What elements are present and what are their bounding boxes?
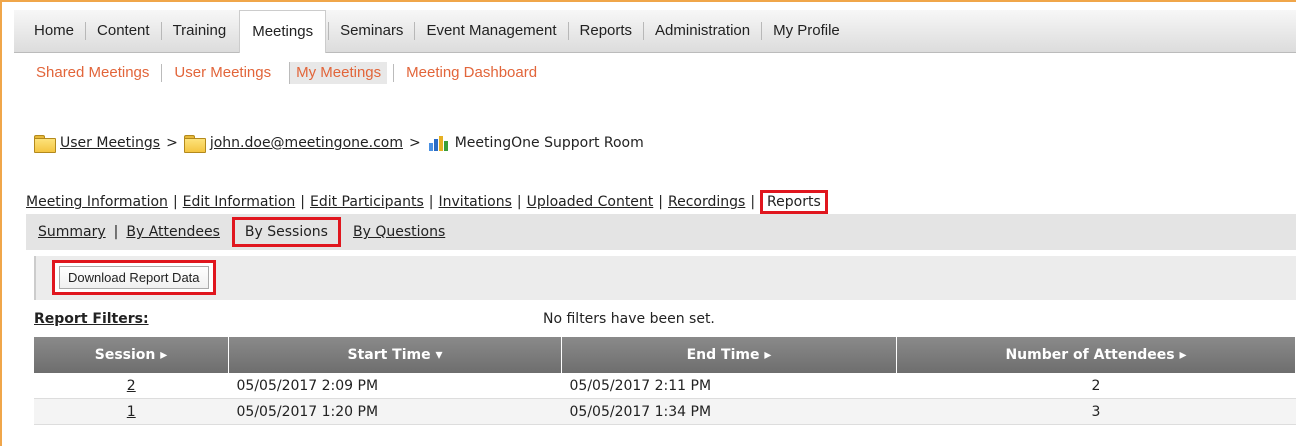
report-filters-status: No filters have been set. <box>543 311 715 327</box>
topnav-event-management[interactable]: Event Management <box>414 22 567 40</box>
link-edit-participants[interactable]: Edit Participants <box>310 194 424 210</box>
session-link[interactable]: 1 <box>127 404 136 420</box>
end-time-cell: 05/05/2017 2:11 PM <box>561 373 897 399</box>
link-invitations[interactable]: Invitations <box>439 194 512 210</box>
attendees-cell: 2 <box>896 373 1296 399</box>
sub-navigation: Shared Meetings User Meetings My Meeting… <box>36 62 549 84</box>
subnav-my-meetings[interactable]: My Meetings <box>289 62 388 84</box>
session-link[interactable]: 2 <box>127 378 136 394</box>
breadcrumb-room: MeetingOne Support Room <box>454 135 644 151</box>
link-uploaded-content[interactable]: Uploaded Content <box>527 194 654 210</box>
start-time-cell: 05/05/2017 2:09 PM <box>228 373 562 399</box>
column-end-time-header[interactable]: End Time ▸ <box>561 337 897 373</box>
breadcrumb: User Meetings > john.doe@meetingone.com … <box>34 134 644 153</box>
column-session-header[interactable]: Session ▸ <box>34 337 229 373</box>
folder-icon <box>183 134 206 153</box>
table-row: 1 05/05/2017 1:20 PM 05/05/2017 1:34 PM … <box>34 398 1296 425</box>
meeting-links: Meeting Information | Edit Information | E… <box>26 190 828 214</box>
column-attendees-header[interactable]: Number of Attendees ▸ <box>896 337 1296 373</box>
tab-by-attendees[interactable]: By Attendees <box>126 224 220 240</box>
subnav-meeting-dashboard[interactable]: Meeting Dashboard <box>393 64 549 82</box>
breadcrumb-user-folder[interactable]: john.doe@meetingone.com <box>210 135 403 151</box>
breadcrumb-separator: > <box>408 135 421 151</box>
tab-by-sessions[interactable]: By Sessions <box>231 217 341 247</box>
report-tabs: Summary | By Attendees By Sessions By Que… <box>26 214 1296 250</box>
sessions-table: Session ▸ Start Time ▾ End Time ▸ Number… <box>34 337 1296 425</box>
link-reports[interactable]: Reports <box>760 190 828 214</box>
link-edit-information[interactable]: Edit Information <box>183 194 296 210</box>
report-filters-link[interactable]: Report Filters: <box>34 311 149 327</box>
tab-by-questions[interactable]: By Questions <box>353 224 445 240</box>
topnav-my-profile[interactable]: My Profile <box>761 22 851 40</box>
topnav-seminars[interactable]: Seminars <box>328 22 414 40</box>
attendees-cell: 3 <box>896 398 1296 425</box>
table-row: 2 05/05/2017 2:09 PM 05/05/2017 2:11 PM … <box>34 373 1296 399</box>
breadcrumb-separator: > <box>166 135 178 151</box>
download-report-data-highlight: Download Report Data <box>52 260 216 295</box>
start-time-cell: 05/05/2017 1:20 PM <box>228 398 562 425</box>
link-recordings[interactable]: Recordings <box>668 194 745 210</box>
meeting-room-icon <box>427 134 449 152</box>
download-report-data-button[interactable]: Download Report Data <box>59 266 209 289</box>
topnav-home[interactable]: Home <box>14 22 85 40</box>
link-meeting-information[interactable]: Meeting Information <box>26 194 168 210</box>
column-start-time-header[interactable]: Start Time ▾ <box>228 337 562 373</box>
topnav-reports[interactable]: Reports <box>567 22 644 40</box>
topnav-content[interactable]: Content <box>85 22 161 40</box>
breadcrumb-user-meetings[interactable]: User Meetings <box>60 135 160 151</box>
subnav-shared-meetings[interactable]: Shared Meetings <box>36 64 161 82</box>
top-navigation: Home Content Training Meetings Seminars … <box>14 9 1296 53</box>
subnav-user-meetings[interactable]: User Meetings <box>161 64 283 82</box>
folder-icon <box>34 134 56 153</box>
topnav-meetings[interactable]: Meetings <box>239 9 327 53</box>
topnav-training[interactable]: Training <box>160 22 238 40</box>
download-toolbar: Download Report Data <box>34 256 1296 300</box>
tab-summary[interactable]: Summary <box>38 224 106 240</box>
topnav-administration[interactable]: Administration <box>643 22 761 40</box>
end-time-cell: 05/05/2017 1:34 PM <box>561 398 897 425</box>
